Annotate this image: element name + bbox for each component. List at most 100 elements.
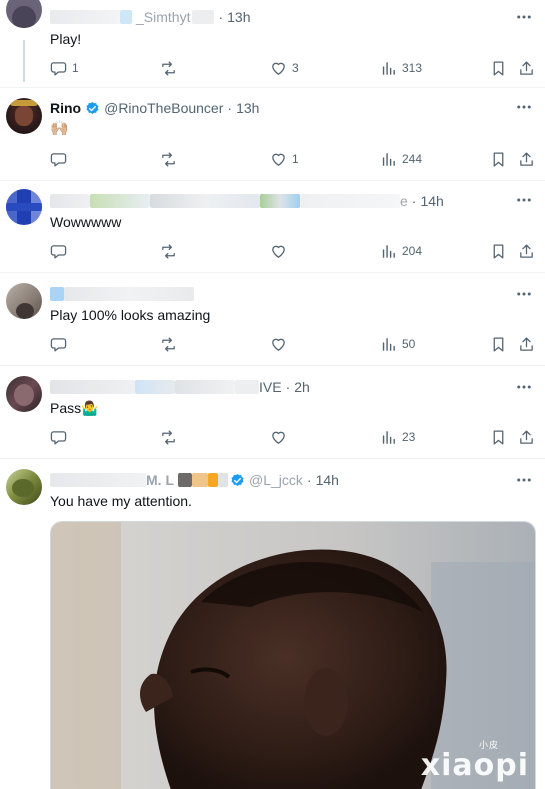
timestamp[interactable]: 13h (227, 9, 250, 25)
share-button[interactable] (518, 427, 535, 447)
retweet-button[interactable] (160, 241, 182, 261)
like-button[interactable]: 3 (270, 58, 299, 78)
avatar[interactable] (6, 0, 42, 28)
display-name[interactable]: Rino (50, 100, 81, 116)
like-button[interactable] (270, 334, 292, 354)
retweet-icon (162, 151, 175, 167)
timestamp[interactable]: 14h (420, 193, 443, 209)
blurred-name (64, 287, 194, 301)
blurred-name (218, 473, 228, 487)
view-count: 23 (402, 430, 416, 444)
heart-icon (272, 153, 285, 166)
handle[interactable]: _Simthyt (136, 9, 190, 25)
views-button[interactable]: 50 (380, 334, 415, 354)
retweet-button[interactable] (160, 58, 182, 78)
tweet-header: M. L @L_jcck · 14h (50, 470, 339, 490)
reply-count: 1 (72, 61, 79, 75)
retweet-button[interactable] (160, 149, 182, 169)
more-options-icon[interactable] (515, 191, 533, 209)
views-button[interactable]: 23 (380, 427, 415, 447)
timestamp[interactable]: 14h (316, 472, 339, 488)
retweet-button[interactable] (160, 334, 182, 354)
view-count: 313 (402, 61, 423, 75)
blurred-name (50, 287, 64, 301)
view-count: 204 (402, 244, 423, 258)
avatar[interactable] (6, 189, 42, 225)
reply-button[interactable] (50, 427, 72, 447)
more-options-icon[interactable] (515, 98, 533, 116)
bookmark-button[interactable] (490, 427, 507, 447)
bookmark-button[interactable] (490, 58, 507, 78)
reply-button[interactable] (50, 334, 72, 354)
bookmark-icon (493, 151, 504, 167)
tweet-media[interactable]: 小皮 xiaopi (50, 521, 536, 789)
reply-button[interactable] (50, 149, 72, 169)
like-button[interactable] (270, 241, 292, 261)
retweet-button[interactable] (160, 427, 182, 447)
action-bar: 204 (50, 241, 537, 261)
tweet-text: You have my attention. (50, 493, 192, 509)
action-bar: 1 244 (50, 149, 537, 169)
display-name[interactable]: M. L (146, 472, 174, 488)
tweet-3[interactable]: e · 14h Wowwwww 204 (0, 181, 545, 273)
action-bar: 1 3 313 (50, 58, 537, 78)
avatar[interactable] (6, 283, 42, 319)
blurred-name (150, 194, 260, 208)
tweet-text: Wowwwww (50, 214, 122, 230)
views-button[interactable]: 313 (380, 58, 422, 78)
tweet-2[interactable]: Rino @RinoTheBouncer · 13h 🙌🏼 1 244 (0, 88, 545, 181)
share-button[interactable] (518, 334, 535, 354)
blurred-name (90, 194, 150, 208)
avatar[interactable] (6, 98, 42, 134)
bookmark-button[interactable] (490, 334, 507, 354)
tweet-header (50, 284, 194, 304)
bookmark-icon (493, 60, 504, 76)
avatar[interactable] (6, 469, 42, 505)
like-button[interactable] (270, 427, 292, 447)
timestamp[interactable]: 13h (236, 100, 259, 116)
bookmark-button[interactable] (490, 149, 507, 169)
tweet-header: IVE · 2h (50, 377, 310, 397)
views-icon (382, 61, 395, 75)
bookmark-button[interactable] (490, 241, 507, 261)
tweet-text: 🙌🏼 (50, 120, 69, 137)
share-button[interactable] (518, 149, 535, 169)
tweet-1[interactable]: _Simthyt · 13h Play! 1 3 313 (0, 0, 545, 88)
handle[interactable]: @L_jcck (249, 472, 303, 488)
share-icon (520, 151, 533, 166)
bookmark-icon (493, 336, 504, 352)
heart-icon (272, 431, 285, 444)
blurred-name (50, 194, 90, 208)
tweet-4[interactable]: Play 100% looks amazing 50 (0, 273, 545, 366)
watermark-small: 小皮 (478, 741, 499, 751)
more-options-icon[interactable] (515, 8, 533, 26)
display-name[interactable]: IVE (259, 379, 282, 395)
timestamp[interactable]: 2h (294, 379, 310, 395)
handle[interactable]: @RinoTheBouncer (104, 100, 223, 116)
like-button[interactable]: 1 (270, 149, 299, 169)
reply-button[interactable]: 1 (50, 58, 79, 78)
share-button[interactable] (518, 58, 535, 78)
action-bar: 50 (50, 334, 537, 354)
more-options-icon[interactable] (515, 471, 533, 489)
tweet-5[interactable]: IVE · 2h Pass🤷‍♂️ 23 (0, 366, 545, 459)
reply-icon (50, 430, 67, 445)
handle[interactable]: e (400, 193, 408, 209)
reply-icon (50, 152, 67, 167)
views-button[interactable]: 244 (380, 149, 422, 169)
retweet-icon (162, 60, 175, 76)
tweet-text: Play! (50, 31, 82, 47)
blurred-name (260, 194, 300, 208)
view-count: 244 (402, 152, 423, 166)
avatar[interactable] (6, 376, 42, 412)
more-options-icon[interactable] (515, 285, 533, 303)
blurred-name (178, 473, 192, 487)
views-button[interactable]: 204 (380, 241, 422, 261)
heart-icon (272, 62, 285, 75)
verified-badge-icon (231, 473, 244, 486)
share-button[interactable] (518, 241, 535, 261)
heart-icon (272, 245, 285, 258)
tweet-header: Rino @RinoTheBouncer · 13h (50, 100, 260, 116)
reply-button[interactable] (50, 241, 72, 261)
more-options-icon[interactable] (515, 378, 533, 396)
